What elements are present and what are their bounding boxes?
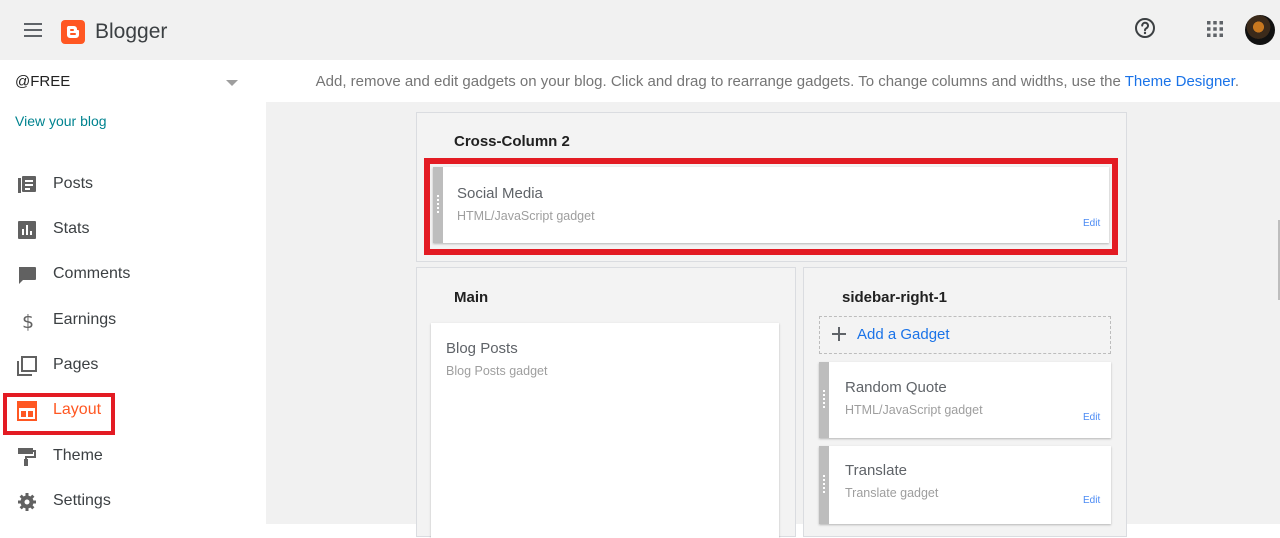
sidebar-item-earnings[interactable]: $ Earnings [0,300,266,340]
pages-icon [17,356,37,376]
dollar-icon: $ [22,311,34,331]
sidebar: @FREE View your blog Posts Stats Comment… [0,60,266,524]
user-avatar[interactable] [1245,15,1275,45]
gadget-subtitle: Translate gadget [845,486,939,500]
layout-editor: Add, remove and edit gadgets on your blo… [266,60,1280,538]
help-icon[interactable] [1134,17,1156,39]
gadget-subtitle: HTML/JavaScript gadget [845,403,983,417]
gadget-blog-posts[interactable]: Blog Posts Blog Posts gadget [431,323,779,538]
section-title: Cross-Column 2 [454,133,570,150]
blogger-logo-icon[interactable] [61,20,85,44]
info-text-end: . [1234,73,1239,90]
view-blog-link[interactable]: View your blog [15,113,107,129]
sidebar-item-settings[interactable]: Settings [0,481,266,521]
section-title: sidebar-right-1 [842,289,948,306]
layout-highlight-box [3,393,115,435]
comments-icon [19,267,36,284]
sidebar-item-pages[interactable]: Pages [0,345,266,385]
sidebar-item-comments[interactable]: Comments [0,254,266,294]
sidebar-item-label: Theme [53,447,103,464]
apps-grid-icon[interactable] [1206,20,1224,38]
sidebar-item-label: Pages [53,356,99,373]
sidebar-item-theme[interactable]: Theme [0,436,266,476]
section-title: Main [454,289,489,306]
gadget-title: Blog Posts [446,340,518,357]
posts-icon [18,176,36,193]
app-title: Blogger [95,20,168,43]
edit-link[interactable]: Edit [1083,412,1100,423]
sidebar-item-label: Comments [53,265,131,282]
gadget-title: Translate [845,462,907,479]
sidebar-item-stats[interactable]: Stats [0,209,266,249]
blog-name: @FREE [15,73,71,90]
svg-text:$: $ [22,311,34,331]
info-text-body: Add, remove and edit gadgets on your blo… [315,73,1125,90]
sidebar-item-label: Earnings [53,311,117,328]
sidebar-item-label: Settings [53,492,111,509]
paint-roller-icon [18,448,36,466]
sidebar-item-posts[interactable]: Posts [0,164,266,204]
drag-handle[interactable] [819,446,829,524]
top-app-bar: Blogger [0,0,1280,60]
blog-selector[interactable]: @FREE [15,72,241,94]
gadget-translate[interactable]: Translate Translate gadget Edit [819,446,1111,524]
gadget-subtitle: Blog Posts gadget [446,364,548,378]
add-gadget-button[interactable]: Add a Gadget [819,316,1111,354]
plus-icon [832,327,846,341]
stats-icon [18,221,36,239]
theme-designer-link[interactable]: Theme Designer [1125,73,1235,90]
social-media-highlight-box [424,158,1118,255]
sidebar-item-label: Posts [53,175,94,192]
gadget-title: Random Quote [845,379,947,396]
gadget-random-quote[interactable]: Random Quote HTML/JavaScript gadget Edit [819,362,1111,438]
sidebar-item-label: Stats [53,220,90,237]
gear-icon [18,493,36,511]
info-bar: Add, remove and edit gadgets on your blo… [266,60,1280,102]
menu-icon[interactable] [24,22,44,38]
dropdown-arrow-icon [226,80,238,86]
drag-handle[interactable] [819,362,829,438]
info-text: Add, remove and edit gadgets on your blo… [316,73,1239,90]
add-gadget-label: Add a Gadget [857,326,950,343]
edit-link[interactable]: Edit [1083,495,1100,506]
